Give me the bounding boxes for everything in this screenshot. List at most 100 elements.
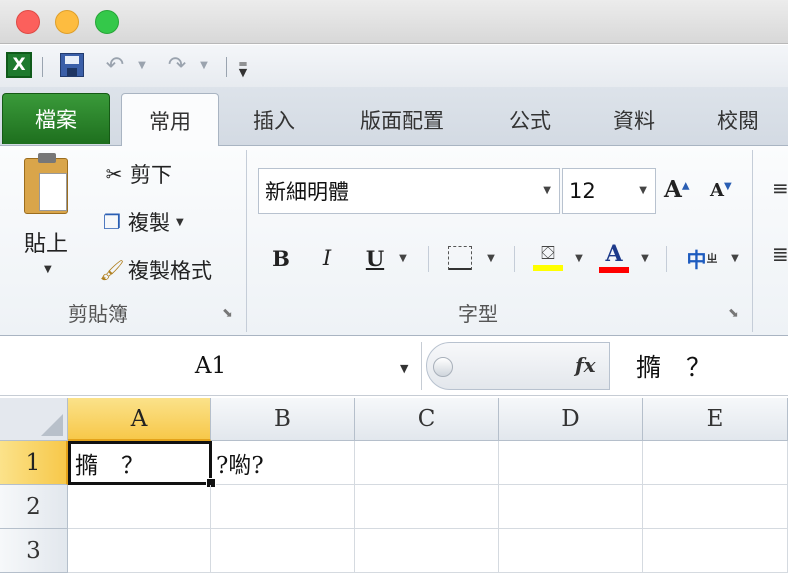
column-header-a[interactable]: A xyxy=(68,398,211,441)
toolbar-separator xyxy=(514,246,515,272)
font-name-value: 新細明體 xyxy=(265,180,349,204)
paste-button[interactable]: 貼上 ▼ xyxy=(14,153,84,289)
toolbar-separator xyxy=(666,246,667,272)
column-header-b[interactable]: B xyxy=(211,398,355,441)
cell-d1[interactable] xyxy=(499,441,643,485)
borders-dropdown-icon[interactable]: ▼ xyxy=(482,238,500,278)
cell-d2[interactable] xyxy=(499,485,643,529)
save-icon[interactable] xyxy=(56,51,88,79)
worksheet-grid: A B C D E 1 2 3 撱 ？ ?喲? xyxy=(0,398,788,578)
clipboard-launcher-icon[interactable]: ⬊ xyxy=(222,306,233,321)
ribbon-home: 貼上 ▼ ✂ 剪下 ❐ 複製 ▼ 🖌 複製格式 剪貼簿 ⬊ 新細明體 ▼ 12 … xyxy=(0,146,788,336)
align-left-icon[interactable]: ≣ xyxy=(772,242,788,266)
cell-e2[interactable] xyxy=(643,485,788,529)
cell-d3[interactable] xyxy=(499,529,643,573)
row-header-1[interactable]: 1 xyxy=(0,441,68,485)
bold-button[interactable]: B xyxy=(266,238,296,278)
undo-dropdown-icon[interactable]: ▼ xyxy=(134,51,150,79)
excel-logo: X xyxy=(6,52,32,78)
close-window-button[interactable] xyxy=(16,10,40,34)
formula-controls: fx xyxy=(426,342,610,390)
tab-data[interactable]: 資料 xyxy=(606,93,662,146)
cell-c2[interactable] xyxy=(355,485,499,529)
excel-icon[interactable]: X xyxy=(4,51,34,79)
format-painter-label: 複製格式 xyxy=(128,259,212,283)
minimize-window-button[interactable] xyxy=(55,10,79,34)
cell-a1[interactable]: 撱 ？ xyxy=(68,441,212,485)
underline-button[interactable]: U xyxy=(360,238,390,278)
cell-a2[interactable] xyxy=(68,485,211,529)
font-color-dropdown-icon[interactable]: ▼ xyxy=(636,238,654,278)
shrink-font-button[interactable]: A▼ xyxy=(710,180,732,201)
font-group-label: 字型 xyxy=(458,302,498,326)
cell-c3[interactable] xyxy=(355,529,499,573)
format-painter-button[interactable]: 🖌 複製格式 xyxy=(96,254,212,286)
tab-insert[interactable]: 插入 xyxy=(246,93,302,146)
font-size-combobox[interactable]: 12 ▼ xyxy=(562,168,656,214)
font-color-button[interactable]: A xyxy=(596,238,632,278)
redo-dropdown-icon[interactable]: ▼ xyxy=(196,51,212,79)
quick-access-toolbar: X ↶ ▼ ↷ ▼ ‗ ▼ xyxy=(0,45,788,87)
toolbar-separator xyxy=(428,246,429,272)
borders-icon xyxy=(448,246,472,270)
cut-button[interactable]: ✂ 剪下 xyxy=(98,158,172,190)
zoom-window-button[interactable] xyxy=(95,10,119,34)
column-header-e[interactable]: E xyxy=(643,398,788,441)
resize-knob-icon[interactable] xyxy=(433,357,453,377)
ribbon-tabs: 檔案 常用 插入 版面配置 公式 資料 校閱 xyxy=(0,87,788,147)
grow-font-button[interactable]: A▲ xyxy=(664,176,690,203)
clipboard-group-label: 剪貼簿 xyxy=(68,302,128,326)
cell-c1[interactable] xyxy=(355,441,499,485)
paste-label: 貼上 xyxy=(24,232,69,257)
cell-a3[interactable] xyxy=(68,529,211,573)
borders-button[interactable] xyxy=(444,238,476,278)
name-box-dropdown-icon[interactable]: ▼ xyxy=(400,362,408,375)
align-top-icon[interactable]: ≡ xyxy=(772,176,788,200)
qat-separator xyxy=(42,57,43,77)
phonetic-guide-button[interactable]: 中ㄓ xyxy=(682,238,722,278)
fill-color-button[interactable]: ⛋ xyxy=(530,238,566,278)
cell-b2[interactable] xyxy=(211,485,355,529)
phonetic-guide-icon: 中 xyxy=(686,247,707,272)
tab-review[interactable]: 校閱 xyxy=(710,93,766,146)
paint-bucket-icon: ⛋ xyxy=(541,243,555,264)
customize-qat-icon[interactable]: ‗ ▼ xyxy=(232,51,254,79)
cell-e1[interactable] xyxy=(643,441,788,485)
formula-bar: A1 ▼ fx 撱 ？ xyxy=(0,336,788,396)
underline-dropdown-icon[interactable]: ▼ xyxy=(394,238,412,278)
qat-separator xyxy=(226,57,227,77)
undo-icon[interactable]: ↶ xyxy=(98,51,132,79)
italic-button[interactable]: I xyxy=(312,238,342,278)
tab-formulas[interactable]: 公式 xyxy=(502,93,558,146)
copy-label: 複製 xyxy=(128,211,170,235)
formula-input[interactable]: 撱 ？ xyxy=(612,342,788,390)
paste-dropdown-icon[interactable]: ▼ xyxy=(44,264,52,275)
font-name-combobox[interactable]: 新細明體 ▼ xyxy=(258,168,560,214)
cell-e3[interactable] xyxy=(643,529,788,573)
insert-function-icon[interactable]: fx xyxy=(575,353,596,377)
paintbrush-icon: 🖌 xyxy=(99,258,125,282)
copy-dropdown-icon[interactable]: ▼ xyxy=(176,217,184,228)
cell-b1[interactable]: ?喲? xyxy=(212,441,355,485)
chevron-down-icon[interactable]: ▼ xyxy=(543,185,551,196)
redo-icon[interactable]: ↷ xyxy=(160,51,194,79)
column-header-d[interactable]: D xyxy=(499,398,643,441)
row-header-3[interactable]: 3 xyxy=(0,529,68,573)
copy-icon: ❐ xyxy=(103,210,121,234)
chevron-down-icon[interactable]: ▼ xyxy=(639,185,647,196)
tab-page-layout[interactable]: 版面配置 xyxy=(350,93,454,146)
font-color-letter: A xyxy=(605,241,623,267)
fill-color-dropdown-icon[interactable]: ▼ xyxy=(570,238,588,278)
tab-home[interactable]: 常用 xyxy=(121,93,219,147)
cell-b3[interactable] xyxy=(211,529,355,573)
copy-button[interactable]: ❐ 複製 ▼ xyxy=(96,206,184,238)
select-all-button[interactable] xyxy=(0,398,68,441)
column-header-c[interactable]: C xyxy=(355,398,499,441)
font-launcher-icon[interactable]: ⬊ xyxy=(728,306,739,321)
name-box[interactable]: A1 xyxy=(0,342,422,390)
phonetic-dropdown-icon[interactable]: ▼ xyxy=(726,238,744,278)
group-separator xyxy=(752,150,753,332)
cut-label: 剪下 xyxy=(130,163,172,187)
tab-file[interactable]: 檔案 xyxy=(2,93,110,144)
row-header-2[interactable]: 2 xyxy=(0,485,68,529)
